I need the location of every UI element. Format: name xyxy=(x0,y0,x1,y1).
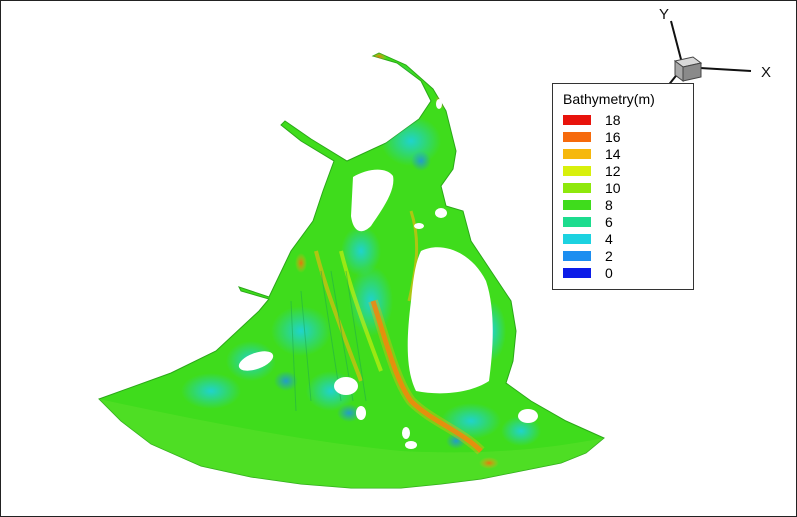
legend-swatch-4 xyxy=(563,234,591,244)
legend-swatch-16 xyxy=(563,132,591,142)
legend-label-16: 16 xyxy=(605,129,621,145)
legend-label-10: 10 xyxy=(605,180,621,196)
color-legend: Bathymetry(m) 18 16 14 12 10 8 6 4 2 0 xyxy=(552,83,694,290)
legend-swatch-10 xyxy=(563,183,591,193)
legend-label-2: 2 xyxy=(605,248,613,264)
legend-label-8: 8 xyxy=(605,197,613,213)
legend-swatch-12 xyxy=(563,166,591,176)
legend-swatch-8 xyxy=(563,200,591,210)
legend-swatch-18 xyxy=(563,115,591,125)
legend-swatch-2 xyxy=(563,251,591,261)
axis-x-label: X xyxy=(761,64,771,81)
legend-label-18: 18 xyxy=(605,112,621,128)
legend-label-14: 14 xyxy=(605,146,621,162)
legend-swatch-14 xyxy=(563,149,591,159)
legend-label-12: 12 xyxy=(605,163,621,179)
legend-title: Bathymetry(m) xyxy=(563,91,655,107)
legend-swatch-0 xyxy=(563,268,591,278)
axis-y-label: Y xyxy=(659,6,669,23)
legend-label-4: 4 xyxy=(605,231,613,247)
legend-label-0: 0 xyxy=(605,265,613,281)
legend-label-6: 6 xyxy=(605,214,613,230)
legend-swatch-6 xyxy=(563,217,591,227)
figure-frame: Y X Z Bathymetry(m) 181614121086420 xyxy=(0,0,797,517)
